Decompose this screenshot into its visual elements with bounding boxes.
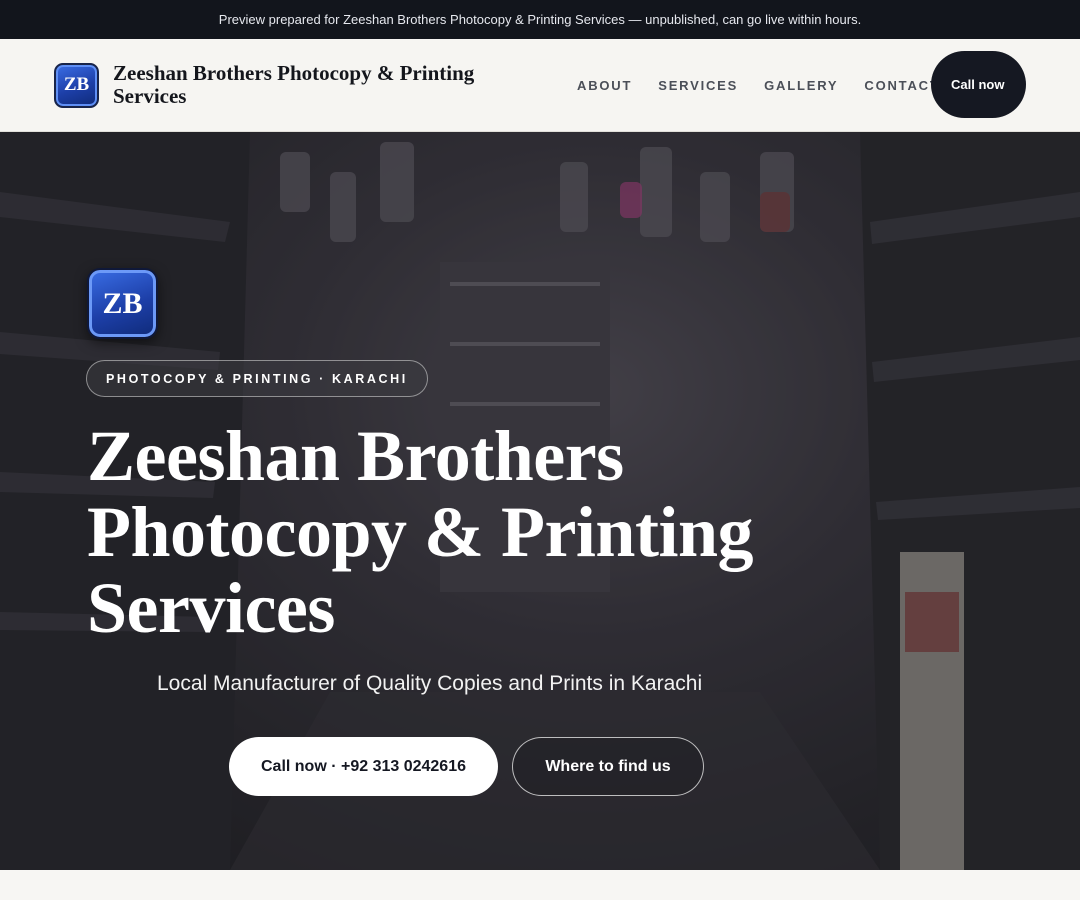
- main-nav: ABOUT SERVICES GALLERY CONTACT: [577, 39, 940, 132]
- nav-gallery[interactable]: GALLERY: [764, 78, 838, 93]
- preview-notice-bar: Preview prepared for Zeeshan Brothers Ph…: [0, 0, 1080, 39]
- site-header: ZB Zeeshan Brothers Photocopy & Printing…: [0, 39, 1080, 132]
- hero-category-pill: PHOTOCOPY & PRINTING · KARACHI: [86, 360, 428, 397]
- next-section-edge: [0, 870, 1080, 900]
- header-call-button[interactable]: Call now: [931, 51, 1026, 118]
- nav-contact[interactable]: CONTACT: [864, 78, 939, 93]
- nav-about[interactable]: ABOUT: [577, 78, 632, 93]
- preview-notice-text: Preview prepared for Zeeshan Brothers Ph…: [218, 12, 862, 27]
- brand-name[interactable]: Zeeshan Brothers Photocopy & Printing Se…: [113, 62, 533, 108]
- hero-title: Zeeshan Brothers Photocopy & Printing Se…: [87, 416, 753, 648]
- hero-subtitle: Local Manufacturer of Quality Copies and…: [157, 672, 703, 695]
- hero-location-button[interactable]: Where to find us: [512, 737, 704, 796]
- hero-call-button[interactable]: Call now · +92 313 0242616: [229, 737, 498, 796]
- nav-services[interactable]: SERVICES: [658, 78, 738, 93]
- hero-section: ZB PHOTOCOPY & PRINTING · KARACHI Zeesha…: [0, 132, 1080, 870]
- logo-icon[interactable]: ZB: [54, 62, 99, 108]
- hero-logo-icon: ZB: [87, 268, 158, 339]
